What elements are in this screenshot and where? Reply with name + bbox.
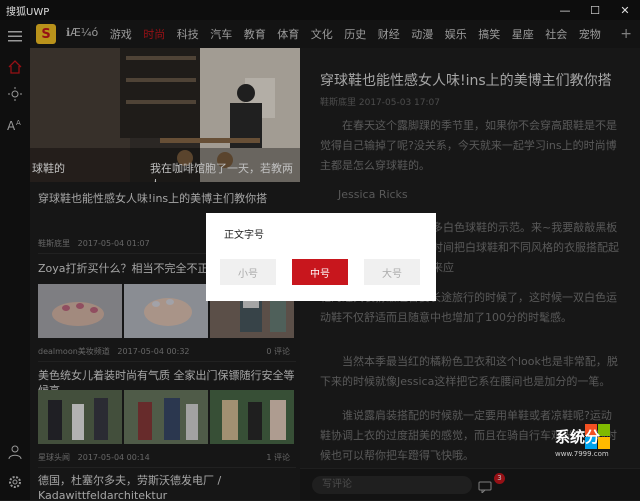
window-title: 搜狐UWP [6,6,50,18]
dialog-title: 正文字号 [224,230,264,241]
site-watermark: 系统分 www.7999.com [555,422,637,496]
minimize-button[interactable]: — [550,0,580,20]
font-medium-button[interactable]: 中号 [292,259,348,285]
watermark-text: 系统分 [555,428,601,446]
maximize-button[interactable]: ☐ [580,0,610,20]
font-large-button[interactable]: 大号 [364,259,420,285]
font-size-dialog: 正文字号 小号 中号 大号 [206,213,436,301]
font-small-button[interactable]: 小号 [220,259,276,285]
title-bar: 搜狐UWP — ☐ ✕ [0,0,640,20]
watermark-url: www.7999.com [555,450,609,458]
close-button[interactable]: ✕ [610,0,640,20]
